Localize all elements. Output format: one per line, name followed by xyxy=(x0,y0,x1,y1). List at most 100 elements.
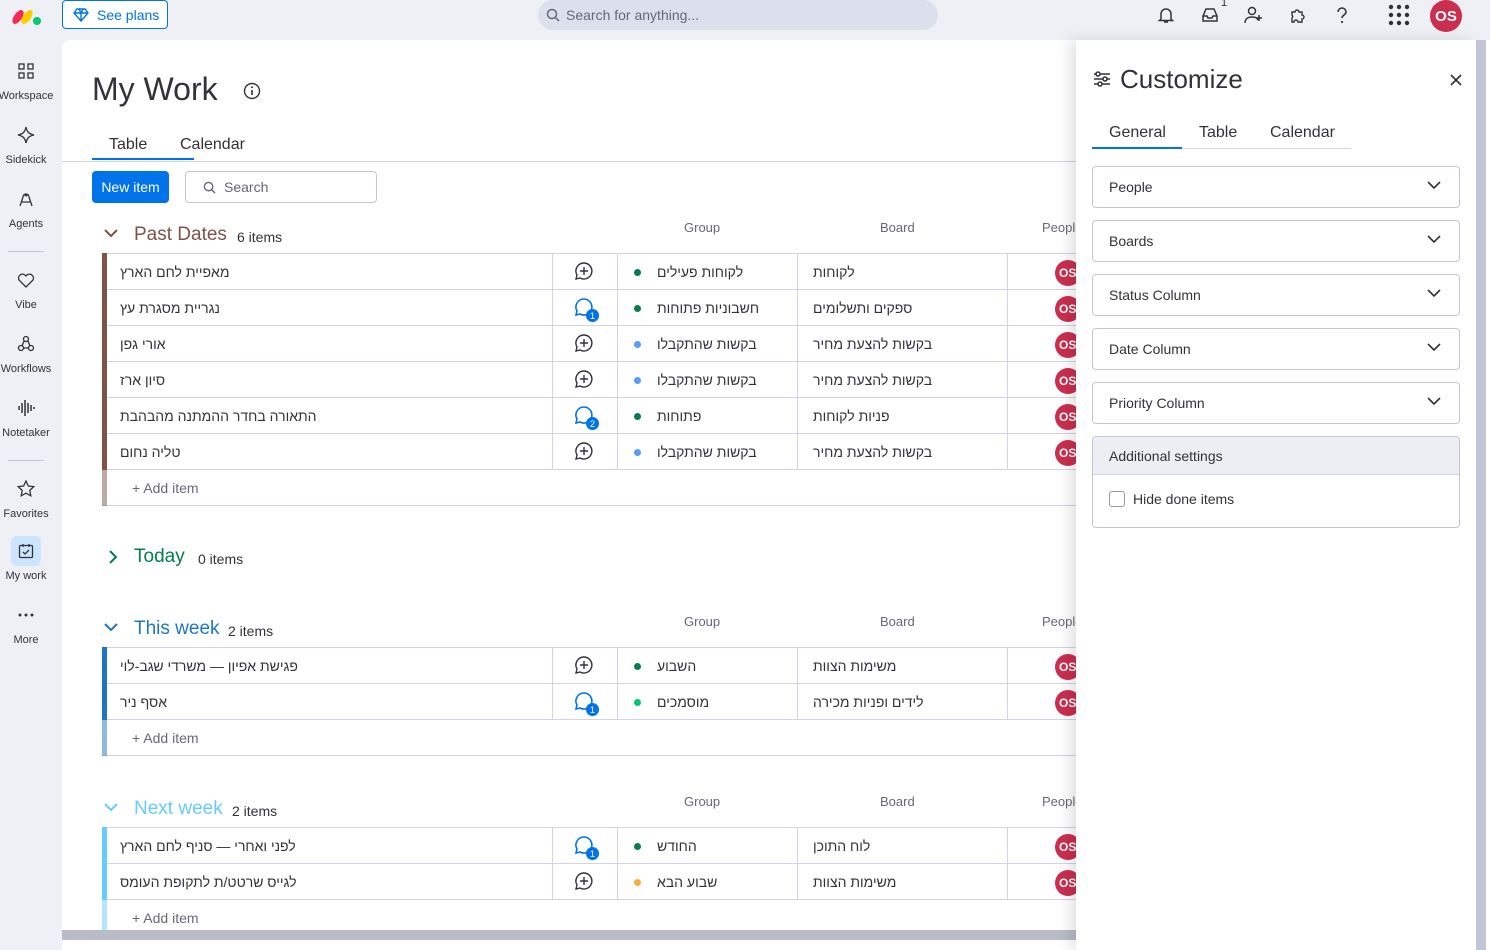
tab-table[interactable]: Table xyxy=(109,136,147,154)
group-header[interactable]: Today 0 items xyxy=(62,545,1076,575)
item-board[interactable]: בקשות להצעת מחיר xyxy=(813,372,932,388)
status-column-dropdown[interactable]: Status Column xyxy=(1092,274,1460,316)
rail-item-sidekick[interactable]: Sidekick xyxy=(0,120,52,166)
group-title[interactable]: Next week xyxy=(134,798,223,820)
help-icon[interactable] xyxy=(1331,4,1353,26)
boards-dropdown[interactable]: Boards xyxy=(1092,220,1460,262)
rail-item-vibe[interactable]: Vibe xyxy=(0,265,52,311)
table-row[interactable]: טליה נחום בקשות שהתקבלו בקשות להצעת מחיר… xyxy=(102,433,1081,470)
table-row[interactable]: אורי גפן בקשות שהתקבלו בקשות להצעת מחיר … xyxy=(102,325,1081,362)
group-title[interactable]: Past Dates xyxy=(134,224,227,246)
updates-bubble-icon[interactable]: 1 xyxy=(574,297,599,322)
horizontal-scrollbar[interactable] xyxy=(62,930,1076,940)
group-header[interactable]: Next week 2 items Group Board People xyxy=(62,794,1082,827)
item-name[interactable]: סיון ארז xyxy=(120,372,165,388)
add-item-row[interactable]: + Add item xyxy=(102,719,1076,756)
app-grid-icon[interactable] xyxy=(1388,4,1410,26)
drawer-tab-table[interactable]: Table xyxy=(1199,124,1237,142)
board-search-input[interactable] xyxy=(224,179,374,195)
new-item-button[interactable]: New item xyxy=(92,171,169,203)
add-update-icon[interactable] xyxy=(574,871,596,893)
rail-item-workspace[interactable]: Workspace xyxy=(0,56,53,102)
item-group[interactable]: מוסמכים xyxy=(657,694,709,710)
table-row[interactable]: אסף ניר 1 מוסמכים לידים ופניות מכירה OS xyxy=(102,683,1081,720)
people-dropdown[interactable]: People xyxy=(1092,166,1460,208)
updates-bubble-icon[interactable]: 1 xyxy=(574,691,599,716)
global-search-input[interactable] xyxy=(566,7,926,23)
info-icon[interactable] xyxy=(243,82,261,100)
chevron-down-icon[interactable] xyxy=(104,229,118,237)
global-search-box[interactable] xyxy=(538,0,938,30)
item-name[interactable]: טליה נחום xyxy=(120,444,180,460)
rail-item-workflows[interactable]: Workflows xyxy=(0,329,52,375)
group-header[interactable]: Past Dates 6 items Group Board People xyxy=(62,220,1082,253)
rail-item-my-work[interactable]: My work xyxy=(0,536,52,582)
add-update-icon[interactable] xyxy=(574,261,596,283)
item-board[interactable]: בקשות להצעת מחיר xyxy=(813,336,932,352)
table-row[interactable]: סיון ארז בקשות שהתקבלו בקשות להצעת מחיר … xyxy=(102,361,1081,398)
item-board[interactable]: לקוחות xyxy=(813,264,855,280)
table-row[interactable]: פגישת אפיון — משרדי שגב-לוי השבוע משימות… xyxy=(102,647,1081,684)
table-row[interactable]: לגייס שרטט/ת לתקופת העומס שבוע הבא משימו… xyxy=(102,863,1081,900)
item-group[interactable]: שבוע הבא xyxy=(657,874,717,890)
item-group[interactable]: בקשות שהתקבלו xyxy=(657,336,757,352)
item-name[interactable]: אורי גפן xyxy=(120,336,166,352)
monday-logo[interactable] xyxy=(12,4,44,26)
table-row[interactable]: מאפיית לחם הארץ לקוחות פעילים לקוחות OS xyxy=(102,253,1081,290)
item-group[interactable]: חשבוניות פתוחות xyxy=(657,300,759,316)
group-title[interactable]: Today xyxy=(134,546,185,568)
add-item-label[interactable]: + Add item xyxy=(132,480,199,496)
drawer-tab-general[interactable]: General xyxy=(1109,124,1166,142)
priority-column-dropdown[interactable]: Priority Column xyxy=(1092,382,1460,424)
hide-done-checkbox[interactable] xyxy=(1109,491,1125,507)
group-header[interactable]: This week 2 items Group Board People xyxy=(62,614,1082,647)
drawer-scrollbar[interactable] xyxy=(1476,40,1486,950)
table-row[interactable]: התאורה בחדר ההמתנה מהבהבת 2 פתוחות פניות… xyxy=(102,397,1081,434)
updates-bubble-icon[interactable]: 1 xyxy=(574,835,599,860)
item-name[interactable]: לגייס שרטט/ת לתקופת העומס xyxy=(120,874,297,890)
item-board[interactable]: פניות לקוחות xyxy=(813,408,890,424)
table-row[interactable]: נגריית מסגרת עץ 1 חשבוניות פתוחות ספקים … xyxy=(102,289,1081,326)
inbox-icon[interactable] xyxy=(1199,4,1221,26)
see-plans-button[interactable]: See plans xyxy=(62,0,168,29)
table-row[interactable]: לפני ואחרי — סניף לחם הארץ 1 החודש לוח ה… xyxy=(102,827,1081,864)
chevron-down-icon[interactable] xyxy=(104,803,118,811)
rail-item-more[interactable]: More xyxy=(0,600,52,646)
updates-bubble-icon[interactable]: 2 xyxy=(574,405,599,430)
item-name[interactable]: אסף ניר xyxy=(120,694,167,710)
item-group[interactable]: השבוע xyxy=(657,658,696,674)
item-board[interactable]: לידים ופניות מכירה xyxy=(813,694,924,710)
chevron-down-icon[interactable] xyxy=(104,623,118,631)
item-name[interactable]: התאורה בחדר ההמתנה מהבהבת xyxy=(120,408,317,424)
rail-item-notetaker[interactable]: Notetaker xyxy=(0,393,52,439)
item-board[interactable]: ספקים ותשלומים xyxy=(813,300,912,316)
item-board[interactable]: משימות הצוות xyxy=(813,874,896,890)
item-board[interactable]: לוח התוכן xyxy=(813,838,870,854)
tab-calendar[interactable]: Calendar xyxy=(180,136,245,154)
bell-icon[interactable] xyxy=(1155,4,1177,26)
item-board[interactable]: בקשות להצעת מחיר xyxy=(813,444,932,460)
add-update-icon[interactable] xyxy=(574,441,596,463)
item-name[interactable]: לפני ואחרי — סניף לחם הארץ xyxy=(120,838,296,854)
user-avatar[interactable]: OS xyxy=(1430,0,1462,32)
item-group[interactable]: החודש xyxy=(657,838,697,854)
item-name[interactable]: מאפיית לחם הארץ xyxy=(120,264,229,280)
rail-item-favorites[interactable]: Favorites xyxy=(0,474,52,520)
group-title[interactable]: This week xyxy=(134,618,220,640)
drawer-tab-calendar[interactable]: Calendar xyxy=(1270,124,1335,142)
invite-user-icon[interactable] xyxy=(1243,4,1265,26)
add-item-row[interactable]: + Add item xyxy=(102,469,1076,506)
item-group[interactable]: בקשות שהתקבלו xyxy=(657,372,757,388)
add-item-label[interactable]: + Add item xyxy=(132,910,199,926)
item-name[interactable]: נגריית מסגרת עץ xyxy=(120,300,220,316)
item-board[interactable]: משימות הצוות xyxy=(813,658,896,674)
add-update-icon[interactable] xyxy=(574,655,596,677)
item-group[interactable]: פתוחות xyxy=(657,408,701,424)
item-group[interactable]: לקוחות פעילים xyxy=(657,264,743,280)
close-icon[interactable] xyxy=(1448,72,1464,88)
item-group[interactable]: בקשות שהתקבלו xyxy=(657,444,757,460)
item-name[interactable]: פגישת אפיון — משרדי שגב-לוי xyxy=(120,658,298,674)
date-column-dropdown[interactable]: Date Column xyxy=(1092,328,1460,370)
add-update-icon[interactable] xyxy=(574,369,596,391)
hide-done-items-option[interactable]: Hide done items xyxy=(1093,475,1459,507)
